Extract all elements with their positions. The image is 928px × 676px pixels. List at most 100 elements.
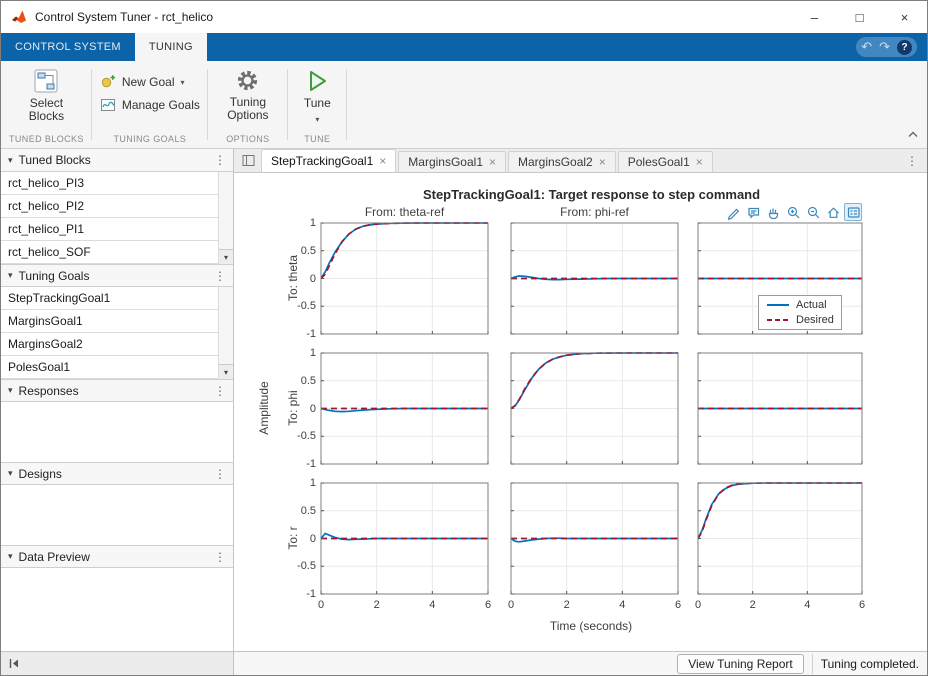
data-preview-empty-area [1, 568, 233, 651]
scroll-down-icon[interactable]: ▾ [219, 364, 233, 379]
status-left-pane [1, 652, 234, 675]
panel-header-data-preview[interactable]: ▾ Data Preview ⋮ [1, 545, 233, 568]
list-item[interactable]: PolesGoal1 [1, 356, 233, 379]
document-menu-icon[interactable]: ⋮ [897, 154, 927, 168]
y-tick-label: 1 [282, 346, 316, 360]
panel-menu-icon[interactable]: ⋮ [214, 550, 226, 564]
row-label: To: r [286, 498, 300, 578]
group-label-tuned-blocks: TUNED BLOCKS [9, 132, 84, 148]
datatips-icon[interactable] [744, 203, 762, 221]
sidebar: ▾ Tuned Blocks ⋮ rct_helico_PI3 rct_heli… [1, 149, 234, 651]
undo-icon[interactable]: ↶ [861, 38, 872, 56]
row-label: To: theta [286, 238, 300, 318]
panel-collapse-icon[interactable]: ▾ [8, 551, 13, 562]
tune-button[interactable]: Tune ▾ [296, 65, 339, 126]
status-message: Tuning completed. [812, 654, 923, 674]
panel-collapse-icon[interactable]: ▾ [8, 468, 13, 479]
y-tick-label: -1 [282, 457, 316, 471]
zoom-out-icon[interactable] [804, 203, 822, 221]
y-tick-label: 1 [282, 216, 316, 230]
export-icon[interactable] [724, 203, 742, 221]
ribbon-group-tuned-blocks: Select Blocks TUNED BLOCKS [1, 61, 92, 148]
document-tab[interactable]: MarginsGoal1 × [398, 151, 506, 172]
help-icon[interactable]: ? [897, 40, 912, 55]
select-blocks-button[interactable]: Select Blocks [15, 65, 77, 123]
tune-play-icon [304, 68, 330, 94]
panel-collapse-icon[interactable]: ▾ [8, 385, 13, 396]
close-button[interactable]: × [882, 1, 927, 33]
list-item[interactable]: StepTrackingGoal1 [1, 287, 233, 310]
close-icon[interactable]: × [489, 155, 496, 169]
panel-header-tuning-goals[interactable]: ▾ Tuning Goals ⋮ [1, 264, 233, 287]
panel-menu-icon[interactable]: ⋮ [214, 269, 226, 283]
x-tick-label: 2 [557, 598, 577, 612]
x-tick-label: 2 [367, 598, 387, 612]
group-label-options: OPTIONS [226, 132, 269, 148]
document-tab[interactable]: MarginsGoal2 × [508, 151, 616, 172]
x-tick-label: 0 [311, 598, 331, 612]
window-title: Control System Tuner - rct_helico [35, 10, 213, 24]
ribbon-group-tune: Tune ▾ TUNE [288, 61, 347, 148]
manage-goals-button[interactable]: Manage Goals [100, 97, 200, 113]
collapse-ribbon-button[interactable] [907, 125, 919, 143]
scroll-down-icon[interactable]: ▾ [219, 249, 233, 264]
list-item[interactable]: rct_helico_SOF [1, 241, 233, 264]
list-item[interactable]: MarginsGoal2 [1, 333, 233, 356]
document-layout-icon[interactable] [242, 154, 255, 167]
list-item[interactable]: rct_helico_PI2 [1, 195, 233, 218]
x-tick-label: 4 [612, 598, 632, 612]
redo-icon[interactable]: ↷ [879, 38, 890, 56]
list-item[interactable]: rct_helico_PI1 [1, 218, 233, 241]
view-tuning-report-button[interactable]: View Tuning Report [677, 654, 804, 674]
column-header: From: phi-ref [511, 205, 678, 219]
select-blocks-label: Select Blocks [23, 97, 69, 123]
scrollbar[interactable]: ▾ [218, 172, 233, 264]
plot-legend[interactable]: ActualDesired [758, 295, 842, 330]
select-blocks-icon [33, 68, 59, 94]
panel-header-responses[interactable]: ▾ Responses ⋮ [1, 379, 233, 402]
document-tab[interactable]: PolesGoal1 × [618, 151, 713, 172]
pan-icon[interactable] [764, 203, 782, 221]
collapse-sidebar-icon[interactable] [7, 657, 20, 670]
list-item[interactable]: MarginsGoal1 [1, 310, 233, 333]
group-label-tuning-goals: TUNING GOALS [113, 132, 186, 148]
x-axis-label: Time (seconds) [441, 619, 741, 633]
column-header: From: theta-ref [321, 205, 488, 219]
y-tick-label: 1 [282, 476, 316, 490]
document-area: StepTrackingGoal1 × MarginsGoal1 × Margi… [234, 149, 927, 651]
panel-header-designs[interactable]: ▾ Designs ⋮ [1, 462, 233, 485]
status-bar: View Tuning Report Tuning completed. [1, 651, 927, 675]
chevron-up-icon [907, 130, 919, 138]
x-tick-label: 6 [852, 598, 872, 612]
panel-collapse-icon[interactable]: ▾ [8, 270, 13, 281]
document-tab[interactable]: StepTrackingGoal1 × [261, 149, 396, 172]
matlab-logo-icon [11, 9, 27, 25]
scrollbar[interactable]: ▾ [218, 287, 233, 379]
zoom-in-icon[interactable] [784, 203, 802, 221]
panel-menu-icon[interactable]: ⋮ [214, 153, 226, 167]
toolstrip-tab[interactable]: CONTROL SYSTEM [1, 33, 135, 61]
document-tab-label: PolesGoal1 [628, 155, 690, 169]
panel-menu-icon[interactable]: ⋮ [214, 467, 226, 481]
new-goal-button[interactable]: New Goal ▾ [100, 74, 185, 90]
panel-header-tuned-blocks[interactable]: ▾ Tuned Blocks ⋮ [1, 149, 233, 172]
legend-entry: Desired [766, 313, 834, 327]
legend-icon[interactable] [844, 203, 862, 221]
panel-title: Responses [19, 384, 79, 398]
panel-menu-icon[interactable]: ⋮ [214, 384, 226, 398]
close-icon[interactable]: × [599, 155, 606, 169]
restore-view-icon[interactable] [824, 203, 842, 221]
document-tab-bar: StepTrackingGoal1 × MarginsGoal1 × Margi… [234, 149, 927, 173]
minimize-button[interactable]: – [792, 1, 837, 33]
toolstrip-tab[interactable]: TUNING [135, 33, 207, 61]
tuning-options-button[interactable]: Tuning Options [216, 65, 280, 122]
list-item[interactable]: rct_helico_PI3 [1, 172, 233, 195]
close-icon[interactable]: × [696, 155, 703, 169]
close-icon[interactable]: × [379, 154, 386, 168]
legend-entry: Actual [766, 298, 834, 312]
document-tab-label: MarginsGoal1 [408, 155, 483, 169]
legend-line-sample [766, 315, 790, 325]
panel-collapse-icon[interactable]: ▾ [8, 155, 13, 166]
designs-empty-area [1, 485, 233, 545]
maximize-button[interactable]: □ [837, 1, 882, 33]
